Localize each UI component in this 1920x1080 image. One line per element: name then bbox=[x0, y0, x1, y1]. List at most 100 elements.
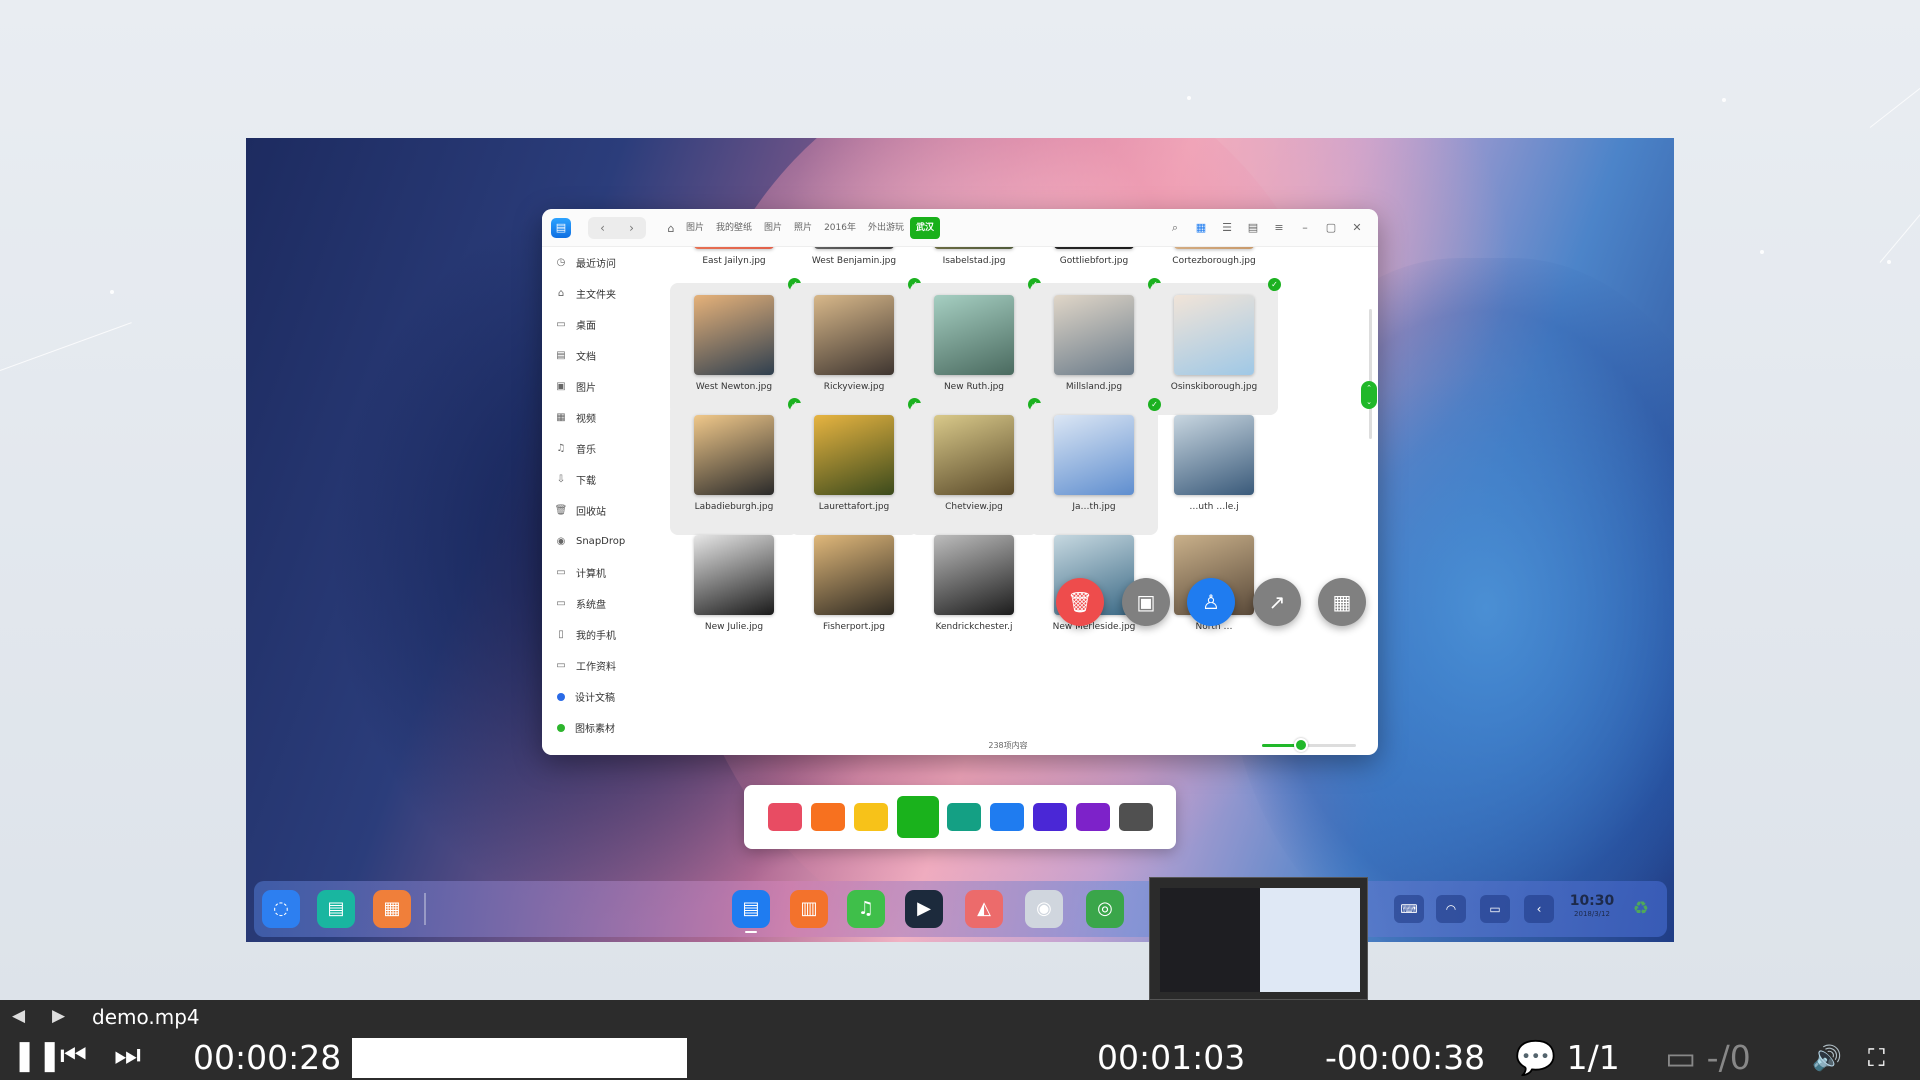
sidebar-item[interactable]: ⌂ 主文件夹 bbox=[542, 278, 637, 309]
collapse-tray-icon[interactable]: ‹ bbox=[1524, 895, 1554, 923]
forward-button[interactable]: › bbox=[617, 217, 646, 239]
camera-icon[interactable]: ◉ bbox=[1025, 890, 1063, 928]
wifi-icon[interactable]: ◠ bbox=[1436, 895, 1466, 923]
file-tile[interactable]: New Ruth.jpg✓ bbox=[910, 278, 1041, 415]
file-tile[interactable]: Rickyview.jpg✓ bbox=[790, 278, 921, 415]
skip-back-button[interactable]: ⏮ bbox=[60, 1038, 87, 1074]
desktop-icon[interactable]: ▦ bbox=[373, 890, 411, 928]
new-folder-icon[interactable]: ▣ bbox=[1122, 578, 1170, 626]
file-name: Fisherport.jpg bbox=[823, 622, 885, 632]
app-store-icon[interactable]: ▥ bbox=[790, 890, 828, 928]
breadcrumb-item[interactable]: 图片 bbox=[680, 217, 710, 239]
tag-icon[interactable]: ♙ bbox=[1187, 578, 1235, 626]
color-swatch[interactable] bbox=[1033, 803, 1067, 831]
sidebar-item[interactable]: ▭ 系统盘 bbox=[542, 588, 637, 619]
scrollbar-track[interactable] bbox=[1369, 309, 1372, 439]
search-icon[interactable]: ⌕ bbox=[1162, 217, 1188, 239]
file-manager-icon[interactable]: ▤ bbox=[732, 890, 770, 928]
minimize-icon[interactable]: – bbox=[1292, 217, 1318, 239]
breadcrumb-item[interactable]: 外出游玩 bbox=[862, 217, 910, 239]
file-thumbnail bbox=[694, 295, 774, 375]
sidebar-item-label: 工作资料 bbox=[576, 662, 616, 673]
file-tile[interactable]: West Newton.jpg✓ bbox=[670, 278, 801, 415]
zoom-slider[interactable] bbox=[1262, 738, 1356, 752]
share-icon[interactable]: ↗ bbox=[1253, 578, 1301, 626]
sidebar-item[interactable]: ♫ 音乐 bbox=[542, 433, 637, 464]
volume-icon[interactable]: 🔊 bbox=[1812, 1044, 1842, 1072]
file-tile[interactable]: Fisherport.jpg bbox=[790, 523, 918, 655]
sidebar-item[interactable]: ◉ SnapDrop bbox=[542, 526, 637, 557]
multitask-icon[interactable]: ▤ bbox=[317, 890, 355, 928]
file-thumbnail bbox=[934, 247, 1014, 249]
audio-track-selector[interactable]: ▭ -/0 bbox=[1665, 1038, 1751, 1077]
sidebar-item[interactable]: ▭ 桌面 bbox=[542, 309, 637, 340]
list-view-icon[interactable]: ☰ bbox=[1214, 217, 1240, 239]
detail-view-icon[interactable]: ▤ bbox=[1240, 217, 1266, 239]
trash-icon[interactable]: 🗑 bbox=[1056, 578, 1104, 626]
video-player-icon[interactable]: ▶ bbox=[905, 890, 943, 928]
file-tile[interactable]: Osinskiborough.jpg ✓ bbox=[1150, 278, 1281, 415]
file-tile[interactable]: Labadieburgh.jpg✓ bbox=[670, 398, 801, 535]
file-name: West Benjamin.jpg bbox=[811, 256, 897, 266]
sidebar-item[interactable]: ▯ 我的手机 bbox=[542, 619, 637, 650]
window-preview-thumbnail[interactable] bbox=[1149, 877, 1368, 1000]
file-thumbnail bbox=[814, 247, 894, 249]
file-tile[interactable]: New Julie.jpg bbox=[670, 523, 798, 655]
battery-icon[interactable]: ▭ bbox=[1480, 895, 1510, 923]
sidebar-item[interactable]: ▦ 视频 bbox=[542, 402, 637, 433]
dock-separator bbox=[424, 893, 426, 925]
color-swatch[interactable] bbox=[811, 803, 845, 831]
file-tile[interactable]: …uth …le.j bbox=[1150, 403, 1278, 535]
menu-icon[interactable]: ≡ bbox=[1266, 217, 1292, 239]
home-icon[interactable]: ⌂ bbox=[662, 222, 680, 235]
sidebar-item[interactable]: ▭ 计算机 bbox=[542, 557, 637, 588]
breadcrumb-item[interactable]: 图片 bbox=[758, 217, 788, 239]
sidebar: ◷ 最近访问 ⌂ 主文件夹 ▭ 桌面 ▤ 文档 ▣ 图片 ▦ 视频 ♫ 音乐 ⇩ 下载 🗑 回收站 ◉ SnapDro… bbox=[542, 247, 637, 755]
breadcrumb-item[interactable]: 照片 bbox=[788, 217, 818, 239]
color-swatch[interactable] bbox=[990, 803, 1024, 831]
clock[interactable]: 10:30 2018/3/12 bbox=[1567, 893, 1617, 919]
breadcrumb-current[interactable]: 武汉 bbox=[909, 217, 940, 239]
fullscreen-icon[interactable]: ⛶ bbox=[1868, 1044, 1885, 1072]
file-tile[interactable]: Ja…th.jpg ✓ bbox=[1030, 398, 1161, 535]
skip-forward-button[interactable]: ⏭ bbox=[114, 1038, 141, 1074]
close-icon[interactable]: ✕ bbox=[1344, 217, 1370, 239]
maximize-icon[interactable]: ▢ bbox=[1318, 217, 1344, 239]
file-name: New Julie.jpg bbox=[704, 622, 764, 632]
sidebar-item[interactable]: 图标素材 bbox=[542, 712, 637, 743]
image-viewer-icon[interactable]: ◭ bbox=[965, 890, 1003, 928]
color-swatch[interactable] bbox=[947, 803, 981, 831]
sidebar-item[interactable]: ◷ 最近访问 bbox=[542, 247, 637, 278]
file-tile[interactable]: Kendrickchester.j bbox=[910, 523, 1038, 655]
color-swatch[interactable] bbox=[1119, 803, 1153, 831]
sidebar-item[interactable]: ▣ 图片 bbox=[542, 371, 637, 402]
sidebar-item[interactable]: ⇩ 下载 bbox=[542, 464, 637, 495]
keyboard-icon[interactable]: ⌨ bbox=[1394, 895, 1424, 923]
sidebar-item[interactable]: ▭ 工作资料 bbox=[542, 650, 637, 681]
scrollbar-handle[interactable]: ⌃ ⌄ bbox=[1361, 381, 1377, 409]
file-tile[interactable]: Laurettafort.jpg✓ bbox=[790, 398, 921, 535]
back-button[interactable]: ‹ bbox=[588, 217, 617, 239]
breadcrumb-item[interactable]: 2016年 bbox=[818, 217, 862, 239]
sidebar-item[interactable]: 🗑 回收站 bbox=[542, 495, 637, 526]
music-icon[interactable]: ♫ bbox=[847, 890, 885, 928]
color-swatch[interactable] bbox=[768, 803, 802, 831]
file-tile[interactable]: Millsland.jpg✓ bbox=[1030, 278, 1161, 415]
sidebar-item[interactable]: 设计文稿 bbox=[542, 681, 637, 712]
color-swatch[interactable] bbox=[1076, 803, 1110, 831]
playlist-next-icon[interactable]: ▶ bbox=[52, 1006, 65, 1026]
trash-icon[interactable]: ♻ bbox=[1622, 890, 1660, 928]
grid-icon[interactable]: ▦ bbox=[1318, 578, 1366, 626]
color-swatch[interactable] bbox=[854, 803, 888, 831]
icon-view-icon[interactable]: ▦ bbox=[1188, 217, 1214, 239]
sidebar-item[interactable]: ▤ 文档 bbox=[542, 340, 637, 371]
breadcrumb-item[interactable]: 我的壁纸 bbox=[710, 217, 758, 239]
pause-button[interactable]: ❚❚ bbox=[12, 1038, 62, 1074]
file-tile[interactable]: Chetview.jpg✓ bbox=[910, 398, 1041, 535]
color-swatch[interactable] bbox=[897, 796, 939, 838]
sidebar-item-icon: 🗑 bbox=[554, 505, 568, 516]
playlist-prev-icon[interactable]: ◀ bbox=[12, 1006, 25, 1026]
browser-icon[interactable]: ◎ bbox=[1086, 890, 1124, 928]
launcher-icon[interactable]: ◌ bbox=[262, 890, 300, 928]
subtitle-selector[interactable]: 💬 1/1 bbox=[1515, 1038, 1620, 1078]
